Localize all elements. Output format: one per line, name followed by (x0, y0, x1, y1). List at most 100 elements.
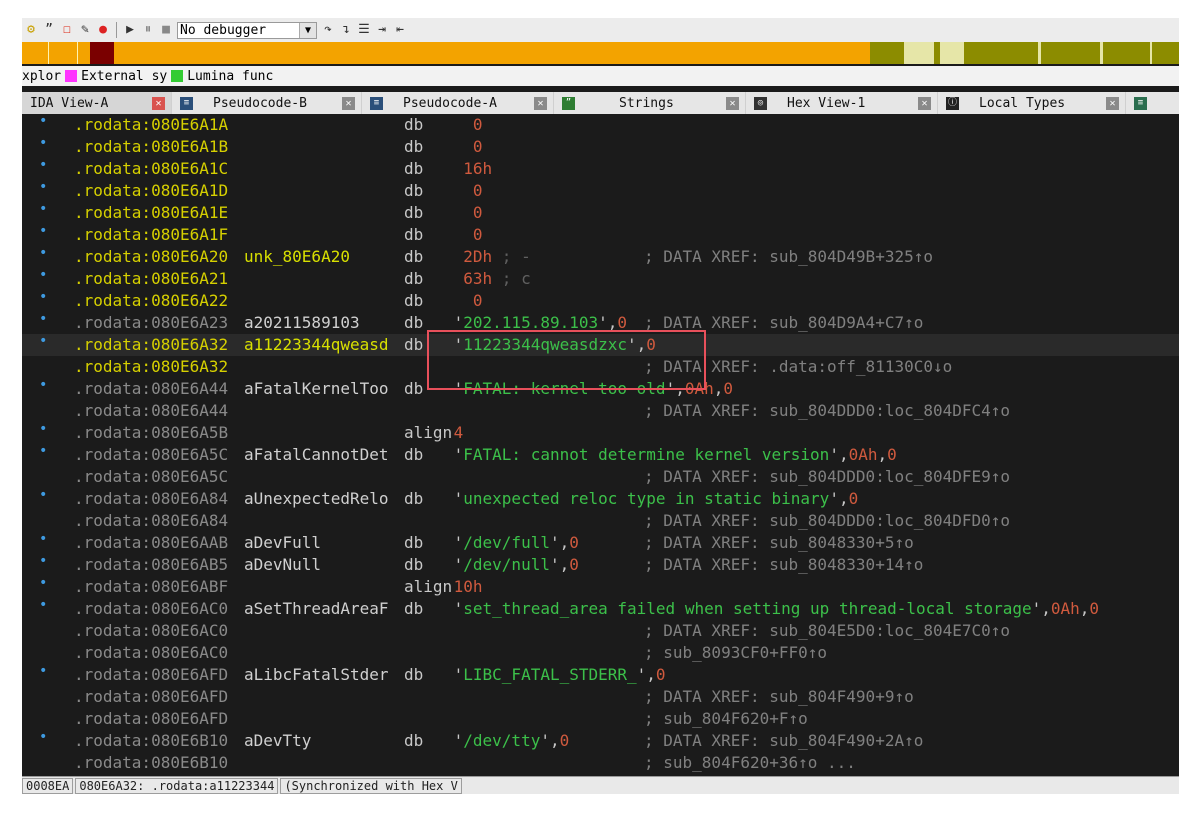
listing-line[interactable]: • .rodata:080E6A1B db 0 (22, 135, 1179, 158)
line-address[interactable]: .rodata:080E6A22 (74, 290, 228, 312)
listing-line[interactable]: • .rodata:080E6AC0 aSetThreadAreaF db 'set_… (22, 597, 1179, 620)
step-over-icon[interactable]: ↴ (339, 22, 353, 38)
line-address[interactable]: .rodata:080E6A32 (74, 334, 228, 356)
operands[interactable]: 10h (444, 576, 483, 598)
breakpoint-dot-icon[interactable]: • (39, 132, 47, 154)
line-address[interactable]: .rodata:080E6ABF (74, 576, 228, 598)
line-address[interactable]: .rodata:080E6A1A (74, 114, 228, 136)
symbol-label[interactable]: aLibcFatalStder (244, 664, 389, 686)
tab-strings[interactable]: ” Strings ✕ (554, 92, 746, 114)
xref-comment[interactable]: ; DATA XREF: sub_8048330+14↑o (644, 554, 923, 576)
symbol-label[interactable]: aDevTty (244, 730, 311, 752)
xref-comment[interactable]: ; DATA XREF: sub_804D9A4+C7↑o (644, 312, 923, 334)
symbol-label[interactable]: a20211589103 (244, 312, 360, 334)
listing-line[interactable]: .rodata:080E6AFD ; DATA XREF: sub_804F490… (22, 686, 1179, 708)
line-address[interactable]: .rodata:080E6A1C (74, 158, 228, 180)
xref-comment[interactable]: ; DATA XREF: sub_8048330+5↑o (644, 532, 914, 554)
listing-line[interactable]: • .rodata:080E6A5B align 4 (22, 421, 1179, 444)
breakpoint-dot-icon[interactable]: • (39, 440, 47, 462)
close-icon[interactable]: ✕ (342, 96, 355, 110)
breakpoint-dot-icon[interactable]: • (39, 484, 47, 506)
pen-icon[interactable]: ✎ (78, 22, 92, 38)
tab-pseudocode-a[interactable]: ≡ Pseudocode-A ✕ (362, 92, 554, 114)
line-address[interactable]: .rodata:080E6A1D (74, 180, 228, 202)
symbol-label[interactable]: aFatalCannotDet (244, 444, 389, 466)
line-address[interactable]: .rodata:080E6A44 (74, 378, 228, 400)
line-address[interactable]: .rodata:080E6A1F (74, 224, 228, 246)
debugger-icon[interactable]: ⚙ (24, 22, 38, 38)
xref-comment[interactable]: ; DATA XREF: sub_804DDD0:loc_804DFD0↑o (644, 510, 1010, 532)
listing-line[interactable]: • .rodata:080E6A1C db 16h (22, 157, 1179, 180)
line-address[interactable]: .rodata:080E6AFD (74, 664, 228, 686)
symbol-label[interactable]: aFatalKernelToo (244, 378, 389, 400)
line-address[interactable]: .rodata:080E6AAB (74, 532, 228, 554)
xref-comment[interactable]: ; DATA XREF: sub_804F490+9↑o (644, 686, 914, 708)
navigation-band[interactable] (22, 42, 1179, 64)
close-icon[interactable]: ✕ (534, 96, 547, 110)
line-address[interactable]: .rodata:080E6B10 (74, 752, 228, 774)
operands[interactable]: 4 (444, 422, 464, 444)
operands[interactable]: 'LIBC_FATAL_STDERR_',0 (444, 664, 666, 686)
breakpoint-dot-icon[interactable]: • (39, 286, 47, 308)
line-address[interactable]: .rodata:080E6A44 (74, 400, 228, 422)
line-address[interactable]: .rodata:080E6AC0 (74, 598, 228, 620)
line-address[interactable]: .rodata:080E6A20 (74, 246, 228, 268)
breakpoint-dot-icon[interactable]: • (39, 594, 47, 616)
listing-line[interactable]: .rodata:080E6AC0 ; sub_8093CF0+FF0↑o (22, 642, 1179, 664)
listing-line[interactable]: • .rodata:080E6A1A db 0 (22, 114, 1179, 136)
line-address[interactable]: .rodata:080E6A84 (74, 510, 228, 532)
listing-line[interactable]: • .rodata:080E6A32 a11223344qweasd db '1122… (22, 333, 1179, 356)
breakpoint-dot-icon[interactable]: • (39, 660, 47, 682)
breakpoint-dot-icon[interactable]: • (39, 242, 47, 264)
xref-comment[interactable]: ; sub_804F620+36↑o ... (644, 752, 856, 774)
listing-line[interactable]: .rodata:080E6A32 ; DATA XREF: .data:off_8… (22, 356, 1179, 378)
operands[interactable]: '11223344qweasdzxc',0 (444, 334, 656, 356)
line-address[interactable]: .rodata:080E6AC0 (74, 620, 228, 642)
stop-sign-icon[interactable]: ● (96, 22, 110, 38)
symbol-label[interactable]: aUnexpectedRelo (244, 488, 389, 510)
listing-line[interactable]: .rodata:080E6B10 ; sub_804F620+36↑o ... (22, 752, 1179, 774)
breakpoint-dot-icon[interactable]: • (39, 198, 47, 220)
listing-line[interactable]: .rodata:080E6AC0 ; DATA XREF: sub_804E5D0… (22, 620, 1179, 642)
listing-line[interactable]: • .rodata:080E6A1E db 0 (22, 201, 1179, 224)
tab-ida-view-a[interactable]: IDA View-A ✕ (22, 92, 172, 114)
breakpoint-dot-icon[interactable]: • (39, 528, 47, 550)
listing-line[interactable]: • .rodata:080E6A1F db 0 (22, 223, 1179, 246)
breakpoint-dot-icon[interactable]: • (39, 114, 47, 132)
listing-line[interactable]: • .rodata:080E6B10 aDevTty db '/dev/tty',0;… (22, 729, 1179, 752)
line-address[interactable]: .rodata:080E6AFD (74, 708, 228, 730)
breakpoint-dot-icon[interactable]: • (39, 154, 47, 176)
breakpoint-dot-icon[interactable]: • (39, 220, 47, 242)
listing-line[interactable]: • .rodata:080E6A84 aUnexpectedRelo db 'unex… (22, 487, 1179, 510)
operands[interactable]: 'unexpected reloc type in static binary'… (444, 488, 859, 510)
play-icon[interactable]: ▶ (123, 22, 137, 38)
line-address[interactable]: .rodata:080E6A5C (74, 444, 228, 466)
breakpoint-dot-icon[interactable]: • (39, 418, 47, 440)
line-address[interactable]: .rodata:080E6AB5 (74, 554, 228, 576)
close-icon[interactable]: ✕ (726, 96, 739, 110)
breakpoint-dot-icon[interactable]: • (39, 308, 47, 330)
operands[interactable]: 'FATAL: kernel too old',0Ah,0 (444, 378, 733, 400)
line-address[interactable]: .rodata:080E6A5B (74, 422, 228, 444)
line-address[interactable]: .rodata:080E6A84 (74, 488, 228, 510)
operands[interactable]: 0 (444, 114, 483, 136)
listing-line[interactable]: • .rodata:080E6AAB aDevFull db '/dev/full',… (22, 531, 1179, 554)
pause-icon[interactable]: ⏸ (141, 22, 155, 38)
operands[interactable]: 0 (444, 136, 483, 158)
xref-comment[interactable]: ; DATA XREF: sub_804E5D0:loc_804E7C0↑o (644, 620, 1010, 642)
operands[interactable]: 63h ; c (444, 268, 530, 290)
xref-comment[interactable]: ; DATA XREF: sub_804D49B+325↑o (644, 246, 933, 268)
listing-line[interactable]: • .rodata:080E6A20 unk_80E6A20 db 2Dh ; -; … (22, 245, 1179, 268)
xref-comment[interactable]: ; DATA XREF: sub_804DDD0:loc_804DFC4↑o (644, 400, 1010, 422)
step-into-icon[interactable]: ↷ (321, 22, 335, 38)
xref-comment[interactable]: ; sub_8093CF0+FF0↑o (644, 642, 827, 664)
operands[interactable]: '/dev/null',0 (444, 554, 579, 576)
listing-line[interactable]: .rodata:080E6A84 ; DATA XREF: sub_804DDD0… (22, 510, 1179, 532)
tab-extra[interactable]: ≡ (1126, 92, 1179, 114)
line-address[interactable]: .rodata:080E6AC0 (74, 642, 228, 664)
listing-line[interactable]: • .rodata:080E6A22 db 0 (22, 289, 1179, 312)
breakpoint-dot-icon[interactable]: • (39, 550, 47, 572)
xref-comment[interactable]: ; sub_804F620+F↑o (644, 708, 808, 730)
tab-pseudocode-b[interactable]: ≡ Pseudocode-B ✕ (172, 92, 362, 114)
listing-line[interactable]: • .rodata:080E6AFD aLibcFatalStder db 'LIBC… (22, 663, 1179, 686)
